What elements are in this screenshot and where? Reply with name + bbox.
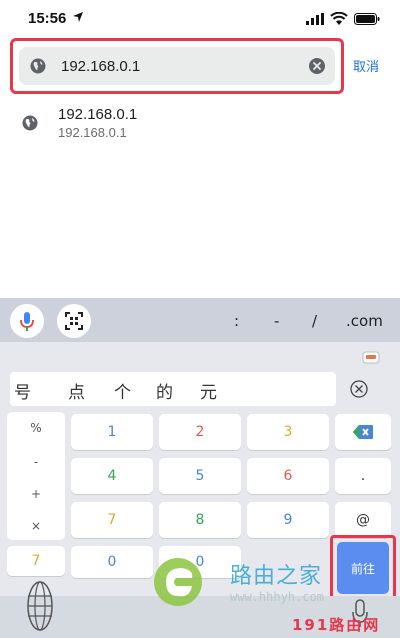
- watermark-badge: 191路由网: [292, 616, 381, 634]
- symbol-dotcom-key[interactable]: .com: [346, 312, 383, 330]
- key-0-alt[interactable]: 0: [159, 546, 241, 578]
- symbol-dash-key[interactable]: -: [274, 312, 279, 330]
- globe-grid-icon[interactable]: [26, 578, 54, 634]
- suggestion-title: 192.168.0.1: [58, 106, 138, 123]
- mic-icon: [20, 312, 34, 331]
- key-at[interactable]: @: [335, 502, 391, 538]
- side-key-minus[interactable]: -: [10, 450, 62, 474]
- key-2[interactable]: 2: [159, 414, 241, 450]
- go-button[interactable]: 前往: [337, 542, 389, 594]
- keyboard-emoji-icon[interactable]: [362, 348, 380, 366]
- candidate-item[interactable]: 个: [114, 378, 131, 403]
- clear-circle-icon[interactable]: [309, 58, 325, 74]
- globe-icon: [30, 58, 46, 74]
- go-key-highlight: 前往: [330, 535, 396, 601]
- key-dot[interactable]: .: [335, 458, 391, 494]
- backspace-icon: [353, 425, 373, 439]
- key-5[interactable]: 5: [159, 458, 241, 494]
- key-3[interactable]: 3: [247, 414, 329, 450]
- symbol-slash-key[interactable]: /: [312, 312, 317, 330]
- side-key-seven[interactable]: 7: [7, 546, 65, 576]
- suggestion-subtitle: 192.168.0.1: [58, 125, 127, 140]
- wifi-icon: [330, 12, 348, 25]
- address-bar[interactable]: [19, 47, 335, 85]
- side-key-percent[interactable]: %: [10, 416, 62, 440]
- key-6[interactable]: 6: [247, 458, 329, 494]
- keyboard-toolbar: : - / .com: [0, 298, 400, 342]
- key-4[interactable]: 4: [71, 458, 153, 494]
- scan-button[interactable]: [57, 304, 91, 338]
- key-9[interactable]: 9: [247, 502, 329, 538]
- status-bar: 15:56: [0, 0, 400, 36]
- candidate-item[interactable]: 的: [156, 378, 173, 403]
- candidate-item[interactable]: 元: [200, 378, 217, 403]
- candidate-item[interactable]: 点: [68, 378, 85, 403]
- backspace-key[interactable]: [335, 414, 391, 450]
- key-1[interactable]: 1: [71, 414, 153, 450]
- side-key-plus[interactable]: +: [10, 482, 62, 506]
- url-input[interactable]: [61, 53, 301, 79]
- cancel-button[interactable]: 取消: [353, 56, 379, 75]
- key-8[interactable]: 8: [159, 502, 241, 538]
- scan-icon: [65, 312, 83, 330]
- candidate-item[interactable]: 号: [14, 378, 31, 403]
- voice-input-button[interactable]: [10, 304, 44, 338]
- side-key-multiply[interactable]: ×: [10, 514, 62, 538]
- candidate-close-button[interactable]: [342, 374, 376, 404]
- symbol-colon-key[interactable]: :: [234, 312, 239, 330]
- signal-icon: [306, 13, 324, 25]
- key-7[interactable]: 7: [71, 502, 153, 538]
- suggestion-item[interactable]: 192.168.0.1 192.168.0.1: [0, 100, 400, 146]
- key-0[interactable]: 0: [71, 546, 153, 578]
- close-circle-icon: [350, 380, 368, 398]
- battery-icon: [354, 13, 380, 25]
- address-bar-highlight: [10, 38, 344, 94]
- globe-icon: [22, 115, 38, 131]
- candidate-bar: 号 点 个 的 元: [10, 372, 336, 406]
- status-time: 15:56: [28, 10, 67, 27]
- location-arrow-icon: [73, 12, 83, 22]
